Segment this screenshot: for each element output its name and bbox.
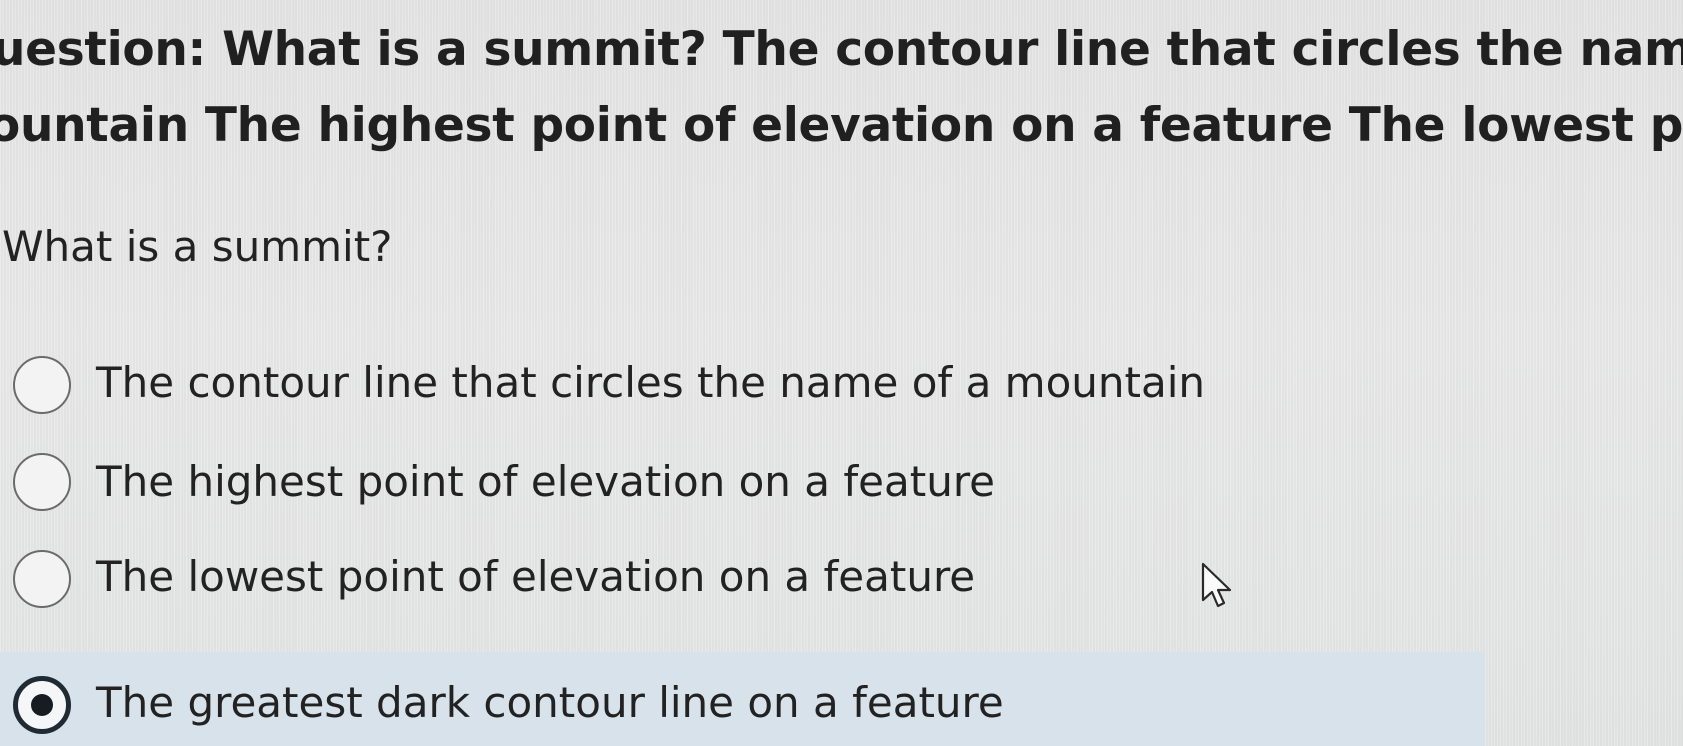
radio-dot-icon: [31, 694, 53, 716]
question-title-line-1: uestion: What is a summit? The contour l…: [0, 22, 1683, 77]
question-title-line-2: ountain The highest point of elevation o…: [0, 98, 1683, 153]
answer-option-label: The highest point of elevation on a feat…: [96, 457, 996, 506]
radio-button-icon[interactable]: [13, 356, 71, 414]
mouse-pointer-icon: [1201, 562, 1232, 608]
radio-button-icon[interactable]: [13, 550, 71, 608]
question-title: uestion: What is a summit? The contour l…: [0, 0, 1683, 170]
question-prompt: What is a summit?: [2, 222, 393, 271]
radio-button-selected-icon[interactable]: [13, 676, 71, 734]
answer-option-label: The contour line that circles the name o…: [96, 358, 1206, 407]
answer-option-4-selected[interactable]: The greatest dark contour line on a feat…: [0, 652, 1485, 746]
answer-option-label: The greatest dark contour line on a feat…: [96, 678, 1004, 727]
radio-button-icon[interactable]: [13, 453, 71, 511]
answer-option-label: The lowest point of elevation on a featu…: [96, 552, 976, 601]
